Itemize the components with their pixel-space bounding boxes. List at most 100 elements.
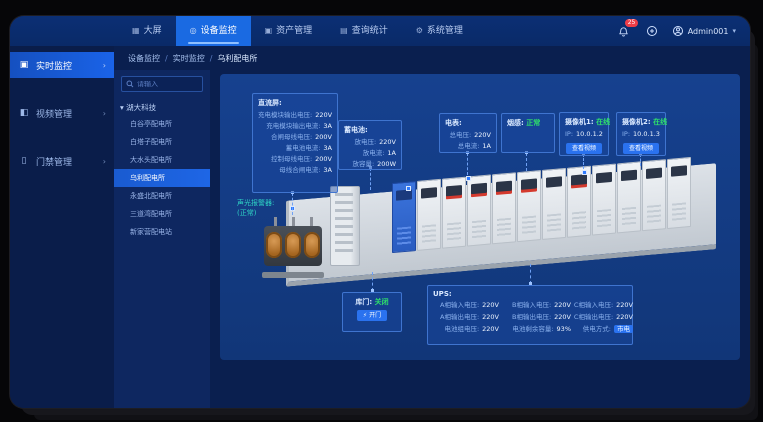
tree-root-node[interactable]: ▾ 湖大科技 bbox=[114, 98, 210, 115]
nav-item-device-monitor[interactable]: ◎ 设备监控 bbox=[176, 16, 251, 46]
panel-title: 烟感: bbox=[507, 119, 524, 127]
settings-icon: ⚙ bbox=[416, 16, 423, 46]
door-access-icon: ▯ bbox=[18, 156, 30, 166]
nav-label: 查询统计 bbox=[352, 16, 388, 46]
nav-item-assets[interactable]: ▣ 资产管理 bbox=[251, 16, 327, 46]
tree-item-station[interactable]: 白谷亭配电所 bbox=[114, 115, 210, 133]
switchgear-cabinet bbox=[542, 168, 566, 240]
switchgear-cabinet bbox=[642, 159, 666, 231]
transformer-base bbox=[262, 272, 324, 278]
breadcrumb-item[interactable]: 设备监控 bbox=[128, 53, 160, 64]
notification-bell-icon[interactable]: 25 bbox=[616, 23, 632, 39]
door-label: 库门: bbox=[355, 298, 372, 306]
nav-label: 资产管理 bbox=[276, 16, 312, 46]
ups-grid: A相输入电压:220V B相输入电压:220V C相输入电压:220V A相输出… bbox=[433, 300, 627, 335]
realtime-monitor-icon: ▣ bbox=[18, 60, 30, 70]
nav-item-bigscreen[interactable]: ▦ 大屏 bbox=[118, 16, 176, 46]
field-label: C相输入电压: bbox=[574, 301, 613, 309]
transformer-coil bbox=[266, 232, 282, 258]
field-label: 蓄电池电流: bbox=[286, 144, 321, 152]
field-value: 220V bbox=[482, 313, 499, 321]
field-value: 3A bbox=[323, 144, 332, 152]
field-value: 220V bbox=[616, 301, 633, 309]
breadcrumb-separator: / bbox=[165, 54, 168, 63]
field-value: 220V bbox=[315, 111, 332, 119]
chevron-down-icon: ▾ bbox=[732, 27, 736, 35]
connector-line bbox=[530, 264, 531, 284]
nav-item-system[interactable]: ⚙ 系统管理 bbox=[402, 16, 477, 46]
field-label: A相输入电压: bbox=[440, 301, 479, 309]
field-label: 放容量: bbox=[352, 160, 374, 168]
tree-item-station[interactable]: 大水头配电所 bbox=[114, 151, 210, 169]
screen-icon: ▦ bbox=[132, 16, 140, 46]
nav-label: 设备监控 bbox=[201, 16, 237, 46]
view-video-button[interactable]: 查看视频 bbox=[566, 143, 602, 154]
panel-title: 蓄电池: bbox=[344, 125, 396, 135]
user-menu[interactable]: Admin001 ▾ bbox=[672, 25, 736, 37]
view-video-button[interactable]: 查看视频 bbox=[623, 143, 659, 154]
field-label: 电池剩余容量: bbox=[512, 325, 553, 333]
sidebar-item-video-management[interactable]: ◧ 视频管理 › bbox=[10, 100, 114, 126]
sensor-marker[interactable] bbox=[582, 170, 587, 175]
smoke-status: 正常 bbox=[526, 119, 540, 127]
field-label: C相输出电压: bbox=[574, 313, 613, 321]
switchgear-cabinet bbox=[592, 164, 616, 236]
sidebar-item-access-control[interactable]: ▯ 门禁管理 › bbox=[10, 148, 114, 174]
tree-item-station[interactable]: 白塔子配电所 bbox=[114, 133, 210, 151]
field-value: 3A bbox=[323, 122, 332, 130]
asset-icon: ▣ bbox=[265, 16, 273, 46]
open-door-button[interactable]: ⚡ 开门 bbox=[357, 310, 387, 321]
field-value: 220V bbox=[474, 131, 491, 139]
field-label: 母线合闸电流: bbox=[279, 166, 320, 174]
panel-title: 摄像机1: bbox=[565, 118, 594, 126]
switchgear-cabinet bbox=[667, 157, 691, 229]
chevron-right-icon: › bbox=[103, 109, 106, 118]
flash-icon: ⚡ bbox=[363, 312, 367, 319]
sidebar-item-realtime-monitor[interactable]: ▣ 实时监控 › bbox=[10, 52, 114, 78]
field-label: 总电流: bbox=[458, 142, 480, 150]
top-navbar: ▦ 大屏 ◎ 设备监控 ▣ 资产管理 ▤ 查询统计 ⚙ 系统管理 bbox=[10, 16, 750, 46]
panel-title: UPS: bbox=[433, 290, 627, 298]
nav-label: 系统管理 bbox=[427, 16, 463, 46]
connector-line bbox=[467, 153, 468, 175]
nav-item-query-stats[interactable]: ▤ 查询统计 bbox=[326, 16, 402, 46]
field-value: 200W bbox=[377, 160, 396, 168]
transformer-3d bbox=[262, 212, 324, 280]
panel-battery: 蓄电池: 放电压:220V 放电流:1A 放容量:200W bbox=[338, 120, 402, 170]
switchgear-cabinet bbox=[392, 181, 416, 253]
tree-item-station[interactable]: 永盛北配电所 bbox=[114, 187, 210, 205]
field-label: 供电方式: bbox=[583, 325, 611, 333]
tree-item-station-selected[interactable]: 乌利配电所 bbox=[114, 169, 210, 187]
sidebar-label: 视频管理 bbox=[36, 107, 72, 120]
tree-root-label: 湖大科技 bbox=[126, 103, 156, 112]
user-avatar-icon bbox=[672, 25, 684, 37]
tree-item-station[interactable]: 新家营配电站 bbox=[114, 223, 210, 241]
breadcrumb-item[interactable]: 实时监控 bbox=[173, 53, 205, 64]
sensor-marker[interactable] bbox=[406, 186, 411, 191]
nav-tabs: ▦ 大屏 ◎ 设备监控 ▣ 资产管理 ▤ 查询统计 ⚙ 系统管理 bbox=[118, 16, 477, 46]
field-value: 3A bbox=[323, 166, 332, 174]
connector-line bbox=[292, 193, 293, 215]
field-label: 电池组电压: bbox=[444, 325, 479, 333]
stats-icon: ▤ bbox=[340, 16, 348, 46]
camera-status: 在线 bbox=[653, 118, 667, 126]
field-label: 放电流: bbox=[363, 149, 385, 157]
breadcrumb-separator: / bbox=[210, 54, 213, 63]
camera-status: 在线 bbox=[596, 118, 610, 126]
app-window: ▦ 大屏 ◎ 设备监控 ▣ 资产管理 ▤ 查询统计 ⚙ 系统管理 bbox=[10, 16, 750, 408]
ip-label: IP: bbox=[622, 130, 630, 138]
nav-right-tools: 25 Admin001 ▾ bbox=[616, 16, 736, 46]
fullscreen-icon[interactable] bbox=[644, 23, 660, 39]
field-label: 总电压: bbox=[449, 131, 471, 139]
field-label: 充电模块输出电流: bbox=[266, 122, 320, 130]
tree-item-station[interactable]: 三道湾配电所 bbox=[114, 205, 210, 223]
panel-title: 电表: bbox=[445, 118, 491, 128]
search-input[interactable] bbox=[137, 81, 198, 88]
sensor-marker[interactable] bbox=[466, 176, 471, 181]
breadcrumb-item-current: 乌利配电所 bbox=[217, 53, 257, 64]
switchgear-cabinet bbox=[567, 166, 591, 238]
field-value: 1A bbox=[387, 149, 396, 157]
search-icon bbox=[126, 80, 134, 88]
switchgear-cabinet bbox=[517, 170, 541, 242]
breadcrumb: 设备监控 / 实时监控 / 乌利配电所 bbox=[114, 46, 750, 70]
